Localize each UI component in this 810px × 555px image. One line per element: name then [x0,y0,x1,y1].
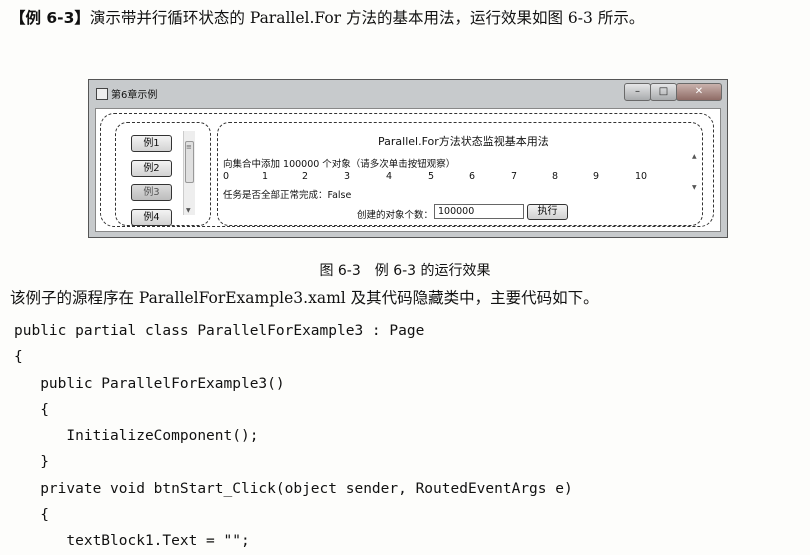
demo-content-panel: Parallel.For方法状态监视基本用法 向集合中添加 100000 个对象… [217,122,703,226]
code-line: private void btnStart_Click(object sende… [14,480,573,497]
run-button[interactable]: 执行 [527,204,568,220]
minimize-button[interactable]: – [624,83,651,101]
window-title: 第6章示例 [111,90,158,101]
example-button-4[interactable]: 例4 [131,209,172,226]
example-button-1[interactable]: 例1 [131,135,172,152]
output-number: 0 [223,171,230,182]
output-number: 7 [511,171,518,182]
output-number: 1 [262,171,269,182]
intro-paragraph: 【例 6-3】演示带并行循环状态的 Parallel.For 方法的基本用法，运… [10,7,806,29]
output-number: 5 [428,171,435,182]
app-window-screenshot: 第6章示例 – □ ✕ 例1 例2 例3 例4 ≡ ▼ Parallel.For… [88,79,728,238]
code-listing: public partial class ParallelForExample3… [14,318,573,555]
example-button-3[interactable]: 例3 [131,184,172,201]
scroll-down-icon[interactable]: ▼ [186,207,191,214]
source-description: 该例子的源程序在 ParallelForExample3.xaml 及其代码隐藏… [10,289,599,307]
output-number: 2 [302,171,309,182]
scroll-up-icon[interactable]: ▲ [692,153,697,160]
object-count-label: 创建的对象个数： [357,210,434,221]
outer-dashed-border: 例1 例2 例3 例4 ≡ ▼ Parallel.For方法状态监视基本用法 向… [100,113,714,227]
output-number: 6 [469,171,476,182]
completion-status: 任务是否全部正常完成：False [223,190,352,201]
output-number: 10 [635,171,648,182]
scroll-down-icon[interactable]: ▼ [692,184,697,191]
intro-text: 演示带并行循环状态的 Parallel.For 方法的基本用法，运行效果如图 6… [89,9,645,27]
code-line: public ParallelForExample3() [14,375,285,392]
example-button-2[interactable]: 例2 [131,160,172,177]
example-list-scrollbar[interactable]: ≡ ▼ [183,131,195,215]
example-label: 【例 6-3】 [10,9,90,27]
panel-title: Parallel.For方法状态监视基本用法 [378,135,549,148]
output-number: 9 [593,171,600,182]
output-number: 8 [552,171,559,182]
code-line: { [14,349,23,366]
code-line: textBlock1.Text = ""; [14,533,250,550]
code-line: InitializeComponent(); [14,428,259,445]
code-line: } [14,454,49,471]
window-client-area: 例1 例2 例3 例4 ≡ ▼ Parallel.For方法状态监视基本用法 向… [95,108,721,232]
code-line: public partial class ParallelForExample3… [14,323,425,339]
app-icon [96,88,108,100]
figure-number: 图 6-3 [319,263,361,279]
figure-caption: 图 6-3 例 6-3 的运行效果 [0,262,810,280]
window-titlebar[interactable]: 第6章示例 – □ ✕ [89,80,727,108]
prompt-text: 向集合中添加 100000 个对象（请多次单击按钮观察） [223,159,456,170]
maximize-button[interactable]: □ [650,83,677,101]
grip-icon: ≡ [186,143,192,151]
example-list-panel: 例1 例2 例3 例4 ≡ ▼ [115,122,211,226]
object-count-input[interactable]: 100000 [434,204,524,219]
code-line: { [14,507,49,524]
figure-caption-text: 例 6-3 的运行效果 [374,263,491,279]
close-button[interactable]: ✕ [676,83,722,101]
output-number: 4 [386,171,393,182]
code-line: { [14,401,49,418]
output-number: 3 [344,171,351,182]
